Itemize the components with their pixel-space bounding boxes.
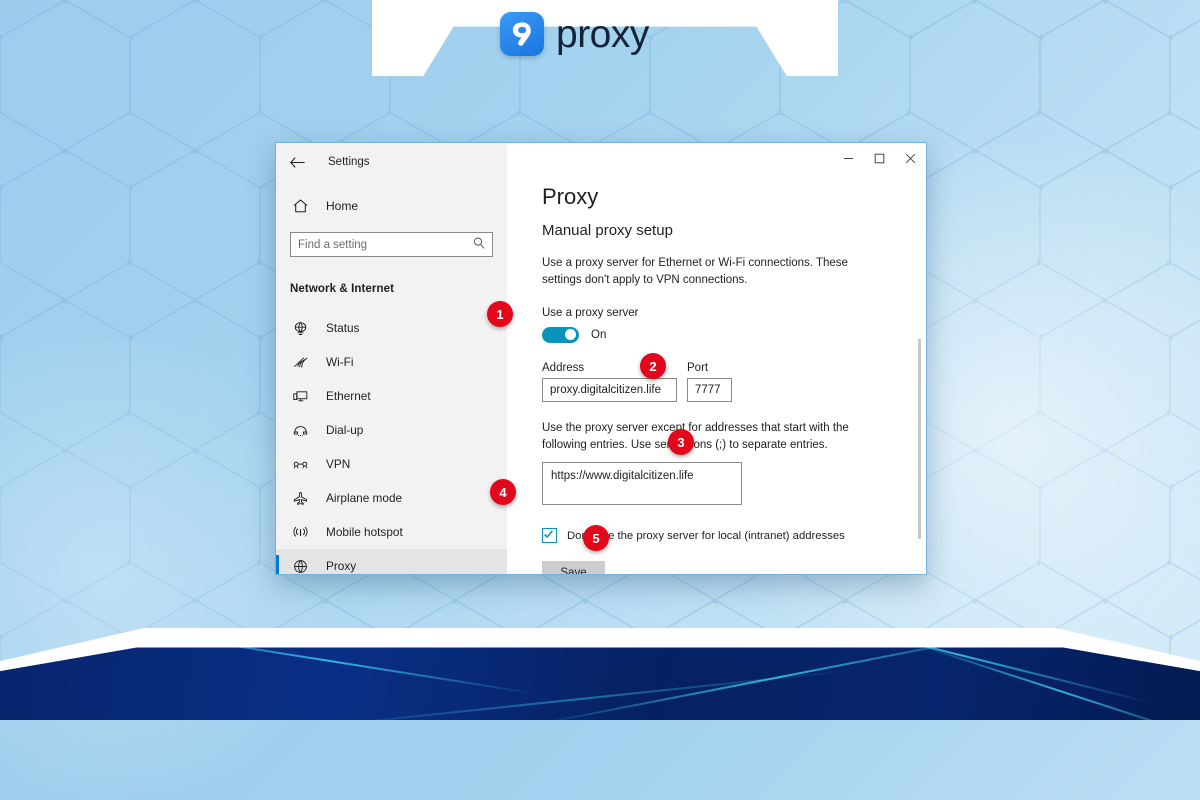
- nineproxy-logo-icon: [500, 12, 544, 56]
- brand-logo: proxy: [500, 6, 720, 62]
- home-icon: [292, 197, 309, 214]
- ethernet-monitor-icon: [292, 388, 309, 405]
- callout-badge-3: 3: [668, 429, 694, 455]
- sidebar-item-label: Proxy: [326, 559, 357, 573]
- sidebar-nav: Status Wi-Fi Ethernet Dial-up VPN Airpla…: [276, 311, 507, 575]
- search-placeholder: Find a setting: [298, 238, 368, 251]
- save-button[interactable]: Save: [542, 561, 605, 574]
- address-input[interactable]: proxy.digitalcitizen.life: [542, 377, 677, 402]
- search-input[interactable]: Find a setting: [290, 232, 493, 257]
- dialup-phone-icon: [292, 422, 309, 439]
- sidebar-item-label: Ethernet: [326, 389, 371, 403]
- close-button[interactable]: [895, 143, 926, 174]
- sidebar-item-home[interactable]: Home: [276, 189, 507, 222]
- maximize-button[interactable]: [864, 143, 895, 174]
- callout-badge-4: 4: [490, 479, 516, 505]
- back-arrow-icon[interactable]: [289, 154, 306, 171]
- brand-name: proxy: [556, 12, 649, 56]
- local-addresses-checkbox[interactable]: [542, 528, 557, 544]
- sidebar-item-status[interactable]: Status: [276, 311, 507, 345]
- sidebar-item-proxy[interactable]: Proxy: [276, 549, 507, 575]
- sidebar-item-ethernet[interactable]: Ethernet: [276, 379, 507, 413]
- toggle-state-label: On: [591, 328, 607, 341]
- sidebar-item-label: Status: [326, 321, 360, 335]
- callout-badge-2: 2: [640, 353, 666, 379]
- minimize-button[interactable]: [833, 143, 864, 174]
- address-port-row: Address proxy.digitalcitizen.life Port 7…: [542, 362, 900, 402]
- page-title: Proxy: [542, 184, 599, 209]
- port-input[interactable]: 7777: [687, 377, 732, 402]
- hotspot-icon: [292, 524, 309, 541]
- callout-badge-1: 1: [487, 301, 513, 327]
- airplane-icon: [292, 490, 309, 507]
- settings-window: Settings Home Find a setting Network & I…: [275, 142, 927, 575]
- sidebar-item-wifi[interactable]: Wi-Fi: [276, 345, 507, 379]
- sidebar-item-airplane-mode[interactable]: Airplane mode: [276, 481, 507, 515]
- wifi-icon: [292, 354, 309, 371]
- sidebar-item-vpn[interactable]: VPN: [276, 447, 507, 481]
- content-scrollbar[interactable]: [918, 339, 921, 539]
- bottom-decorative-panel: [0, 628, 1200, 720]
- use-proxy-toggle[interactable]: [542, 326, 579, 343]
- vpn-icon: [292, 456, 309, 473]
- exceptions-description: Use the proxy server except for addresse…: [542, 421, 849, 451]
- sidebar-item-label: VPN: [326, 457, 351, 471]
- sidebar-home-label: Home: [326, 198, 359, 213]
- sidebar-item-label: Airplane mode: [326, 491, 403, 505]
- sidebar-item-mobile-hotspot[interactable]: Mobile hotspot: [276, 515, 507, 549]
- settings-content-pane: Proxy Manual proxy setup Use a proxy ser…: [507, 143, 926, 574]
- exceptions-textarea[interactable]: https://www.digitalcitizen.life: [542, 462, 742, 506]
- window-controls: [833, 143, 926, 174]
- sidebar-item-dialup[interactable]: Dial-up: [276, 413, 507, 447]
- use-proxy-label: Use a proxy server: [542, 306, 639, 319]
- callout-badge-5: 5: [583, 525, 609, 551]
- sidebar-item-label: Mobile hotspot: [326, 525, 403, 539]
- port-label: Port: [687, 361, 709, 374]
- use-proxy-section: Use a proxy server On: [542, 307, 900, 343]
- search-icon: [473, 236, 485, 254]
- section-description: Use a proxy server for Ethernet or Wi-Fi…: [542, 257, 848, 287]
- window-title: Settings: [328, 156, 370, 168]
- sidebar-item-label: Wi-Fi: [326, 355, 354, 369]
- port-field-group: Port 7777: [687, 362, 732, 402]
- use-proxy-toggle-row: On: [542, 326, 900, 343]
- sidebar-item-label: Dial-up: [326, 423, 364, 437]
- sidebar-category-title: Network & Internet: [290, 283, 395, 295]
- settings-sidebar: Settings Home Find a setting Network & I…: [276, 143, 507, 574]
- section-heading: Manual proxy setup: [542, 222, 673, 240]
- globe-status-icon: [292, 320, 309, 337]
- sidebar-header: Settings: [276, 143, 507, 181]
- globe-icon: [292, 558, 309, 575]
